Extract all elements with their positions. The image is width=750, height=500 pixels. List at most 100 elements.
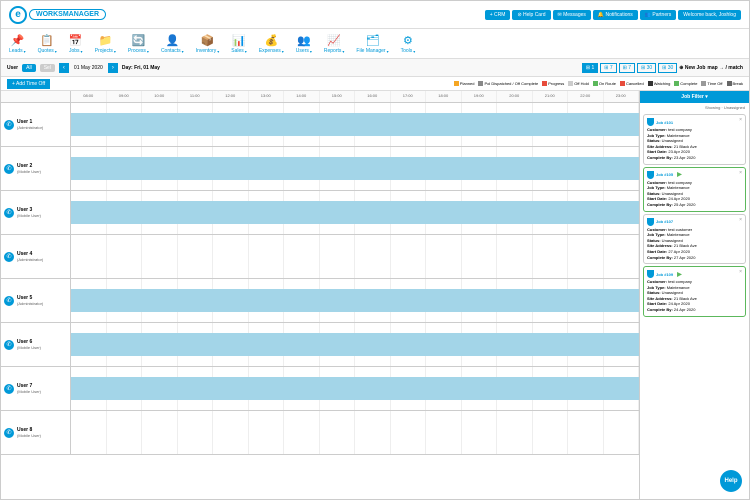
time-header-cell: 17:00 [391, 91, 427, 102]
time-slot[interactable] [284, 411, 320, 454]
top-button[interactable]: ✉ Messages [553, 10, 591, 20]
user-cell[interactable]: ✆User 4(Administrator) [1, 235, 71, 278]
time-slot[interactable] [462, 411, 498, 454]
view-button[interactable]: ⊞ 30 [658, 63, 677, 73]
filter-all-button[interactable]: All [22, 64, 36, 72]
date-next-button[interactable]: › [108, 63, 118, 73]
legend-item: Off Hold [568, 81, 589, 86]
time-slot[interactable] [604, 235, 640, 278]
job-card[interactable]: ×Job #109▶Customer: test companyJob Type… [643, 266, 746, 317]
time-slot[interactable] [568, 235, 604, 278]
view-button[interactable]: ⊞ 7 [619, 63, 635, 73]
menu-leads[interactable]: 📌Leads ▾ [9, 33, 26, 54]
time-slot[interactable] [213, 411, 249, 454]
menu-contacts[interactable]: 👤Contacts ▾ [161, 33, 184, 54]
time-header-cell: 08:00 [71, 91, 107, 102]
user-cell[interactable]: ✆User 3(Mobile User) [1, 191, 71, 234]
menu-inventory[interactable]: 📦Inventory ▾ [196, 33, 220, 54]
view-button[interactable]: ⊞ 30 [637, 63, 656, 73]
time-slot[interactable] [391, 235, 427, 278]
time-slot[interactable] [497, 235, 533, 278]
job-card[interactable]: ×Job #101Customer: test companyJob Type:… [643, 114, 746, 165]
time-slot[interactable] [107, 411, 143, 454]
menu-sales[interactable]: 📊Sales ▾ [231, 33, 247, 54]
time-slot[interactable] [533, 235, 569, 278]
availability-band[interactable] [71, 201, 639, 224]
menu-quotes[interactable]: 📋Quotes ▾ [38, 33, 57, 54]
close-icon[interactable]: × [739, 117, 742, 123]
availability-band[interactable] [71, 113, 639, 136]
time-slot[interactable] [284, 235, 320, 278]
time-slot[interactable] [568, 411, 604, 454]
user-cell[interactable]: ✆User 6(Mobile User) [1, 323, 71, 366]
view-button[interactable]: ⊞ 1 [582, 63, 598, 73]
availability-band[interactable] [71, 157, 639, 180]
top-button[interactable]: 🔔 Notifications [593, 10, 638, 20]
user-cell[interactable]: ✆User 5(Administrator) [1, 279, 71, 322]
availability-band[interactable] [71, 333, 639, 356]
close-icon[interactable]: × [739, 269, 742, 275]
add-time-off-button[interactable]: + Add Time Off [7, 79, 50, 89]
top-button[interactable]: 👥 Partners [640, 10, 677, 20]
job-filter-header[interactable]: Job Filter ▾ [640, 91, 749, 103]
menu-tools[interactable]: ⚙Tools ▾ [401, 33, 416, 54]
filter-sel-button[interactable]: Sel [40, 64, 55, 72]
time-slot[interactable] [178, 235, 214, 278]
time-slot[interactable] [142, 235, 178, 278]
close-icon[interactable]: × [739, 170, 742, 176]
user-cell[interactable]: ✆User 8(Mobile User) [1, 411, 71, 454]
time-slot[interactable] [107, 235, 143, 278]
time-slot[interactable] [249, 235, 285, 278]
time-slot[interactable] [71, 235, 107, 278]
job-card[interactable]: ×Job #105▶Customer: test companyJob Type… [643, 167, 746, 212]
time-slot[interactable] [355, 235, 391, 278]
time-slot[interactable] [320, 235, 356, 278]
time-slot[interactable] [426, 235, 462, 278]
time-slot[interactable] [142, 411, 178, 454]
time-slot[interactable] [604, 411, 640, 454]
menu-process[interactable]: 🔄Process ▾ [128, 33, 149, 54]
menu-file manager[interactable]: 🗂File Manager ▾ [356, 33, 388, 54]
menu-users[interactable]: 👥Users ▾ [296, 33, 312, 54]
menu-reports[interactable]: 📈Reports ▾ [324, 33, 345, 54]
menu-projects[interactable]: 📁Projects ▾ [95, 33, 116, 54]
user-cell[interactable]: ✆User 7(Mobile User) [1, 367, 71, 410]
legend-item: On Route [593, 81, 616, 86]
contacts-icon: 👤 [165, 33, 179, 47]
user-role: (Administrator) [17, 257, 43, 262]
availability-band[interactable] [71, 377, 639, 400]
top-button[interactable]: Welcome back, Joshlog [678, 10, 741, 20]
time-slot[interactable] [533, 411, 569, 454]
top-button[interactable]: ⊘ Help Card [512, 10, 550, 20]
time-slot[interactable] [249, 411, 285, 454]
time-slot[interactable] [497, 411, 533, 454]
user-cell[interactable]: ✆User 2(Mobile User) [1, 147, 71, 190]
top-button[interactable]: + CRM [485, 10, 511, 20]
user-row: ✆User 4(Administrator) [1, 235, 639, 279]
shield-icon [647, 118, 654, 126]
time-slot[interactable] [320, 411, 356, 454]
phone-icon: ✆ [4, 120, 14, 130]
projects-icon: 📁 [98, 33, 112, 47]
map-toggle[interactable]: map → / match [707, 65, 743, 71]
date-prev-button[interactable]: ‹ [59, 63, 69, 73]
user-cell[interactable]: ✆User 1(Administrator) [1, 103, 71, 146]
new-job-button[interactable]: ⊕ New Job [679, 65, 705, 71]
close-icon[interactable]: × [739, 217, 742, 223]
job-card[interactable]: ×Job #107Customer: test customerJob Type… [643, 214, 746, 265]
time-slot[interactable] [178, 411, 214, 454]
time-slot[interactable] [426, 411, 462, 454]
time-slot[interactable] [355, 411, 391, 454]
time-slot[interactable] [213, 235, 249, 278]
user-row: ✆User 7(Mobile User) [1, 367, 639, 411]
menu-expenses[interactable]: 💰Expenses ▾ [259, 33, 284, 54]
job-id: Job #105▶ [647, 171, 742, 179]
view-button[interactable]: ⊞ 7 [600, 63, 616, 73]
help-button[interactable]: Help [720, 470, 742, 492]
time-slot[interactable] [391, 411, 427, 454]
time-slot[interactable] [462, 235, 498, 278]
menubar: 📌Leads ▾ 📋Quotes ▾ 📅Jobs ▾ 📁Projects ▾ 🔄Proc… [1, 29, 749, 59]
availability-band[interactable] [71, 289, 639, 312]
time-slot[interactable] [71, 411, 107, 454]
menu-jobs[interactable]: 📅Jobs ▾ [69, 33, 83, 54]
